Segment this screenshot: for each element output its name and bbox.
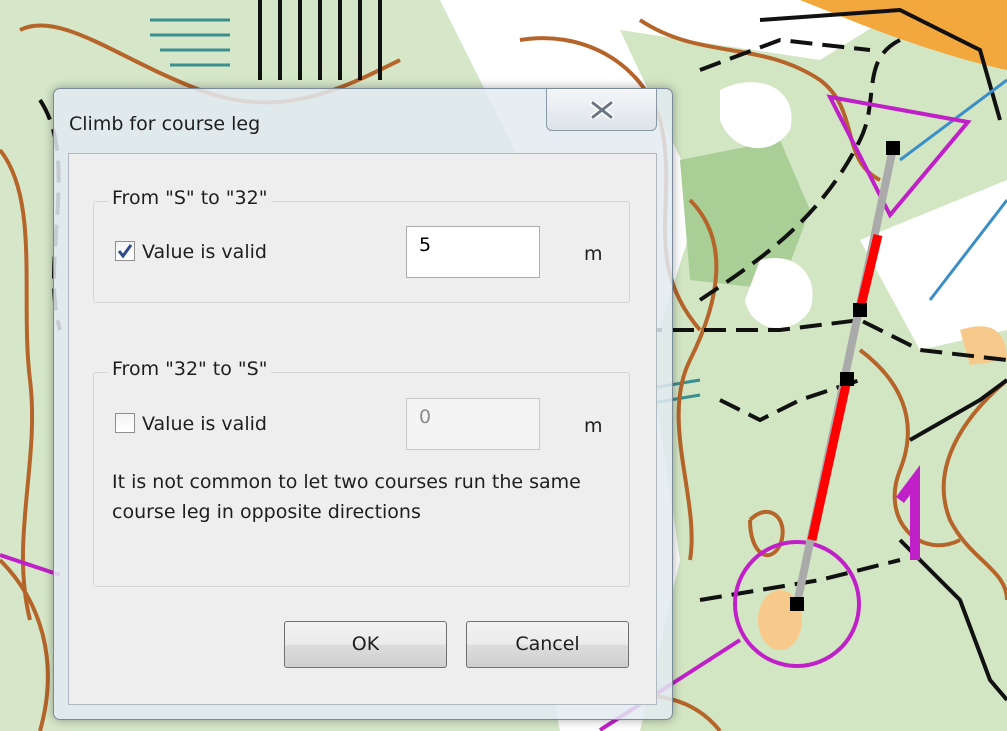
valid-checkbox-s-to-32[interactable] [115,241,135,261]
unit-label-s-to-32: m [584,243,603,265]
climb-input-32-to-s[interactable]: 0 [406,398,540,450]
close-x-icon [590,101,614,119]
group-s-to-32: From "S" to "32" Value is valid 5 m [93,187,630,303]
group-32-to-s: From "32" to "S" Value is valid 0 m It i… [93,358,630,587]
checkbox-label-32-to-s: Value is valid [142,413,267,435]
opposite-direction-note: It is not common to let two courses run … [112,471,581,523]
checkbox-label-s-to-32: Value is valid [142,241,267,263]
climb-dialog: Climb for course leg From "S" to "32" Va… [53,88,673,720]
valid-checkbox-32-to-s[interactable] [115,413,135,433]
climb-input-s-to-32[interactable]: 5 [406,226,540,278]
group-label-32-to-s: From "32" to "S" [108,358,272,380]
cancel-button[interactable]: Cancel [466,621,629,668]
dialog-client-area: From "S" to "32" Value is valid 5 m From… [68,153,657,705]
unit-label-32-to-s: m [584,415,603,437]
dialog-title: Climb for course leg [69,113,261,135]
close-button[interactable] [546,89,657,131]
checkmark-icon [117,244,133,259]
ok-button[interactable]: OK [284,621,447,668]
group-label-s-to-32: From "S" to "32" [108,187,272,209]
